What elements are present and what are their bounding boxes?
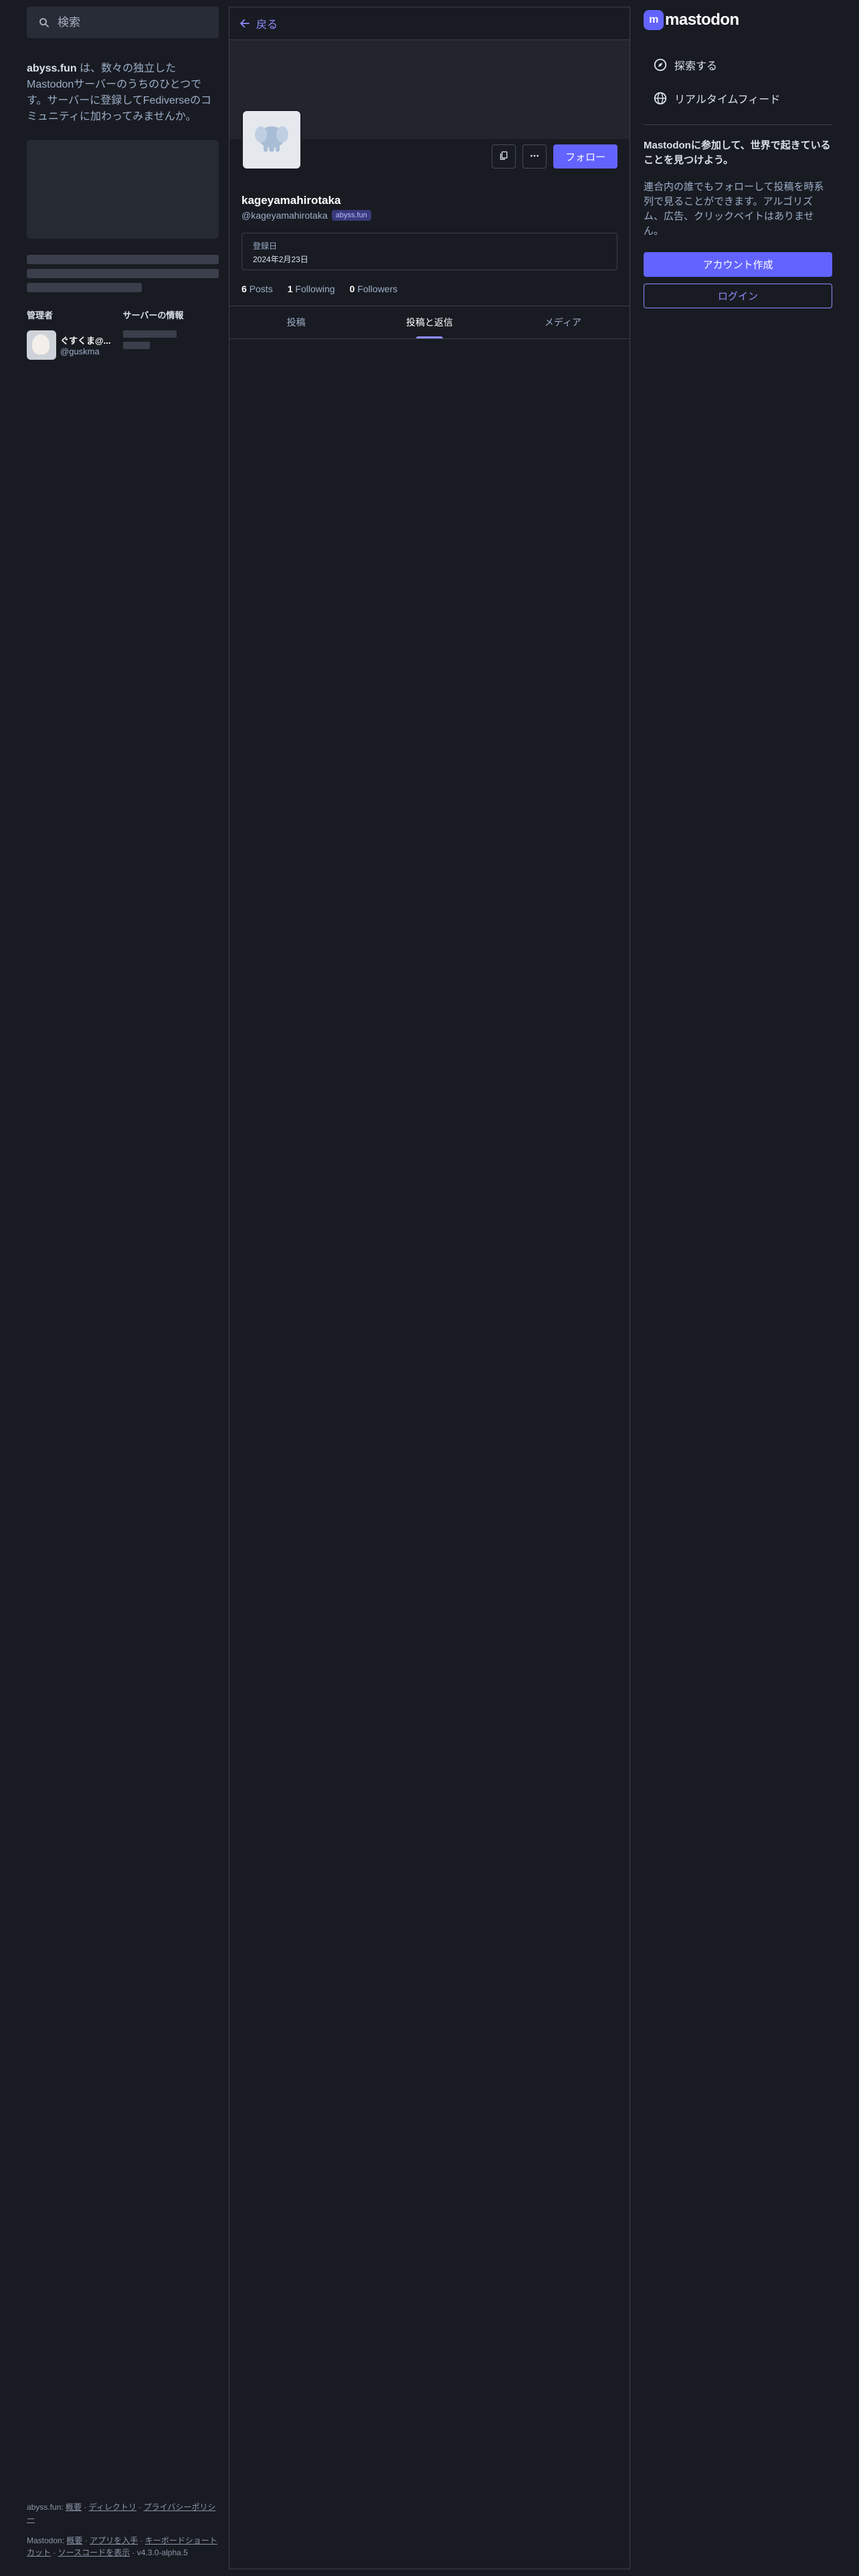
footer-version: v4.3.0-alpha.5: [136, 2548, 188, 2557]
arrow-left-icon: [239, 17, 251, 29]
following-count-value: 1: [287, 284, 293, 294]
back-button[interactable]: 戻る: [229, 7, 630, 40]
admin-handle: @guskma: [60, 346, 100, 356]
footer-link-directory[interactable]: ディレクトリ: [89, 2502, 136, 2512]
admin-avatar: [27, 330, 56, 360]
footer-server-name: abyss.fun: [27, 2502, 62, 2512]
following-count-label: Following: [295, 284, 335, 294]
mastodon-elephant-icon: [252, 118, 292, 162]
main-nav: 探索する リアルタイムフィード: [644, 48, 832, 115]
followers-count[interactable]: 0 Followers: [350, 284, 398, 294]
signup-heading: Mastodonに参加して、世界で起きていることを見つけよう。: [644, 138, 832, 168]
nav-explore-label: 探索する: [674, 61, 718, 72]
admin-account[interactable]: ぐすくま@... @guskma: [27, 330, 123, 360]
footer-server-links: abyss.fun: 概要 · ディレクトリ · プライバシーポリシー: [27, 2502, 216, 2524]
footer-mastodon-links: Mastodon: 概要 · アプリを入手 · キーボードショートカット · ソ…: [27, 2536, 217, 2557]
joined-value: 2024年2月23日: [253, 255, 308, 264]
search-box[interactable]: [27, 7, 219, 38]
search-input[interactable]: [56, 15, 206, 30]
ellipsis-icon: [529, 150, 540, 163]
profile-column: 戻る フォロー kageyamahirotaka @kageyamahirota…: [229, 7, 630, 2569]
posts-count-value: 6: [242, 284, 247, 294]
joined-label: 登録日: [253, 241, 278, 251]
server-info-label: サーバーの情報: [122, 310, 184, 320]
followers-count-label: Followers: [357, 284, 398, 294]
mastodon-logo[interactable]: m mastodon: [644, 7, 832, 33]
follow-button[interactable]: フォロー: [553, 144, 617, 169]
footer-mastodon-name: Mastodon: [27, 2536, 62, 2545]
mastodon-logo-icon: m: [644, 10, 664, 30]
signup-heading-text: Mastodonに参加して、世界で起きていることを見つけよう。: [644, 140, 831, 166]
more-options-button[interactable]: [522, 144, 547, 169]
joined-field: 登録日 2024年2月23日: [242, 233, 617, 270]
footer-link-source[interactable]: ソースコードを表示: [58, 2548, 130, 2557]
back-label: 戻る: [256, 19, 278, 31]
profile-buttons: フォロー: [492, 144, 617, 169]
skeleton-line: [27, 269, 219, 278]
signup-description: 連合内の誰でもフォローして投稿を時系列で見ることができます。アルゴリズム、広告、…: [644, 181, 824, 237]
login-button[interactable]: ログイン: [644, 284, 832, 308]
account-handle: @kageyamahirotaka: [242, 210, 328, 221]
server-about: abyss.fun は、数々の独立したMastodonサーバーのうちのひとつです…: [27, 61, 219, 125]
server-hero-placeholder: [27, 140, 219, 239]
profile-avatar[interactable]: [242, 110, 302, 170]
skeleton-line: [27, 255, 219, 264]
tab-posts-and-replies[interactable]: 投稿と返信: [363, 306, 496, 338]
nav-live-feed[interactable]: リアルタイムフィード: [644, 82, 832, 115]
copy-icon: [498, 150, 509, 163]
skeleton-line: [27, 283, 142, 292]
following-count[interactable]: 1 Following: [288, 284, 335, 294]
handle-row: @kageyamahirotaka abyss.fun: [242, 210, 617, 221]
explore-icon: [653, 58, 668, 72]
profile-counts: 6 Posts 1 Following 0 Followers: [242, 284, 617, 294]
profile-tabs: 投稿 投稿と返信 メディア: [229, 306, 630, 339]
followers-count-value: 0: [349, 284, 355, 294]
right-sidebar: m mastodon 探索する リアルタイムフィード Mastodonに参加して…: [644, 7, 832, 308]
domain-badge: abyss.fun: [331, 210, 371, 221]
admin-display-name: ぐすくま@...: [60, 336, 111, 346]
footer: abyss.fun: 概要 · ディレクトリ · プライバシーポリシー Mast…: [27, 2501, 219, 2568]
tab-media[interactable]: メディア: [496, 306, 630, 338]
footer-link-mastodon-about[interactable]: 概要: [66, 2536, 82, 2545]
create-account-button[interactable]: アカウント作成: [644, 252, 832, 277]
nav-live-feed-label: リアルタイムフィード: [674, 94, 781, 106]
copy-link-button[interactable]: [492, 144, 516, 169]
logo-text: mastodon: [665, 11, 739, 29]
footer-link-apps[interactable]: アプリを入手: [90, 2536, 138, 2545]
server-meta: 管理者 ぐすくま@... @guskma サーバーの情報: [27, 308, 219, 360]
search-icon: [37, 16, 51, 29]
tab-posts[interactable]: 投稿: [229, 306, 363, 338]
profile-actions-row: フォロー: [229, 110, 630, 199]
server-domain: abyss.fun: [27, 63, 77, 74]
left-sidebar: abyss.fun は、数々の独立したMastodonサーバーのうちのひとつです…: [27, 7, 219, 360]
posts-count[interactable]: 6 Posts: [242, 284, 273, 294]
footer-link-about[interactable]: 概要: [66, 2502, 82, 2512]
nav-explore[interactable]: 探索する: [644, 48, 832, 82]
admin-label: 管理者: [27, 310, 54, 320]
globe-icon: [653, 91, 668, 106]
skeleton-line: [122, 342, 150, 349]
skeleton-line: [122, 330, 177, 338]
divider: [644, 124, 832, 125]
posts-count-label: Posts: [249, 284, 273, 294]
